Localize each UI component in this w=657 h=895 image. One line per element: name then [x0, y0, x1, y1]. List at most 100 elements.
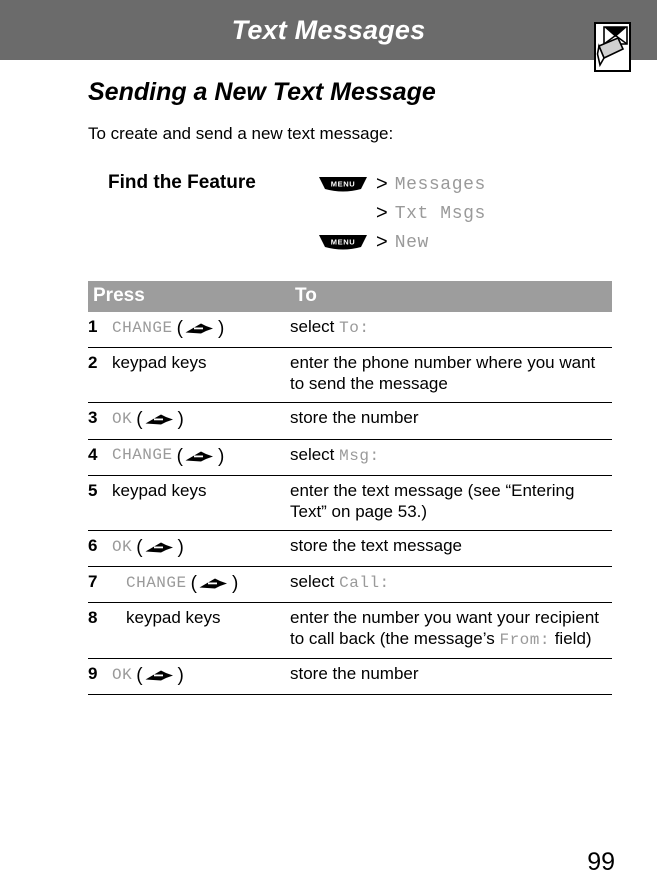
path-separator: > — [376, 231, 388, 253]
table-row: 5 keypad keys enter the text message (see … — [88, 474, 612, 531]
step-press-cell: keypad keys — [112, 602, 290, 659]
path-item: New — [394, 232, 429, 253]
feature-path-line: MENU > Messages — [318, 170, 618, 199]
find-the-feature-path: MENU > Messages > Txt Msgs MENU > New — [318, 170, 618, 257]
keypad-label: keypad keys — [126, 608, 221, 628]
press-content: keypad keys — [112, 481, 290, 502]
press-content: OK() — [112, 664, 290, 687]
step-press-cell: CHANGE() — [112, 566, 290, 603]
softkey-label: OK — [112, 665, 133, 684]
softkey-label: CHANGE — [126, 573, 187, 592]
softkey-label: OK — [112, 410, 133, 429]
step-description: enter the phone number where you want to… — [290, 353, 596, 394]
column-header-press: Press — [88, 281, 290, 312]
table-row: 8 keypad keys enter the number you want yo… — [88, 602, 612, 659]
step-number: 4 — [88, 438, 112, 476]
right-softkey-icon — [198, 577, 228, 590]
step-description: enter the text message (see “Entering Te… — [290, 480, 575, 521]
right-softkey-icon — [184, 450, 214, 463]
paren-open: ( — [136, 409, 143, 431]
step-press-cell: OK() — [112, 657, 290, 696]
path-separator: > — [376, 173, 388, 195]
paren-close: ) — [231, 573, 239, 595]
table-row: 7 CHANGE() select Call: — [88, 566, 612, 603]
page-title: Text Messages — [231, 14, 426, 45]
step-number: 9 — [88, 657, 112, 696]
step-press-cell: keypad keys — [112, 347, 290, 403]
step-description: store the number — [290, 664, 419, 683]
section-heading: Sending a New Text Message — [88, 78, 436, 106]
table-row: 1 CHANGE() select To: — [88, 312, 612, 348]
step-to-cell: store the number — [290, 657, 612, 696]
step-number: 1 — [88, 317, 98, 336]
feature-path-line: > Txt Msgs — [318, 199, 618, 228]
step-to-cell: select To: — [290, 312, 612, 348]
press-content: OK() — [112, 536, 290, 559]
envelope-with-note-icon — [594, 22, 631, 72]
table-row: 6 OK() store the text message — [88, 529, 612, 567]
step-to-cell: store the number — [290, 402, 612, 440]
step-press-cell: keypad keys — [112, 474, 290, 531]
step-description: select — [290, 572, 340, 592]
step-to-cell: enter the number you want your recipient… — [290, 602, 612, 659]
step-number: 6 — [88, 529, 112, 567]
softkey-label: CHANGE — [112, 318, 173, 337]
step-description: store the number — [290, 408, 419, 428]
table-row: 9 OK() store the number — [88, 657, 612, 696]
step-description-suffix: field) — [549, 629, 592, 649]
step-number: 3 — [88, 402, 112, 440]
intro-paragraph: To create and send a new text message: — [88, 124, 394, 143]
step-to-cell: enter the phone number where you want to… — [290, 347, 612, 403]
step-press-cell: CHANGE() — [112, 312, 290, 348]
step-press-cell: OK() — [112, 529, 290, 567]
paren-open: ( — [190, 573, 197, 595]
table-row: 3 OK() store the number — [88, 402, 612, 440]
page-number: 99 — [587, 848, 615, 876]
path-separator: > — [376, 202, 388, 224]
menu-key-slot: MENU — [318, 234, 376, 251]
display-field-name: To: — [339, 319, 370, 337]
right-softkey-icon — [144, 541, 174, 554]
softkey-label: CHANGE — [112, 446, 173, 465]
procedure-table: Press To 1 CHANGE() select To: 2 keypad keys… — [88, 281, 612, 696]
step-number: 7 — [88, 566, 112, 603]
svg-text:MENU: MENU — [331, 180, 355, 189]
paren-open: ( — [136, 536, 143, 558]
step-description: store the text message — [290, 535, 462, 555]
menu-key-icon: MENU — [318, 176, 368, 193]
find-the-feature-label: Find the Feature — [108, 172, 256, 193]
press-content: keypad keys — [112, 353, 290, 374]
column-header-to: To — [290, 281, 612, 312]
paren-close: ) — [217, 318, 225, 339]
display-field-name: From: — [499, 631, 550, 650]
step-to-cell: store the text message — [290, 529, 612, 567]
press-content: CHANGE() — [112, 445, 290, 468]
press-content: keypad keys — [112, 608, 290, 629]
softkey-label: OK — [112, 537, 133, 556]
menu-key-icon: MENU — [318, 234, 368, 251]
table-body: 1 CHANGE() select To: 2 keypad keys enter the… — [88, 312, 612, 696]
display-field-name: Msg: — [339, 446, 380, 465]
step-press-cell: OK() — [112, 402, 290, 440]
right-softkey-icon — [184, 322, 214, 335]
step-to-cell: select Msg: — [290, 438, 612, 476]
svg-text:MENU: MENU — [331, 238, 355, 247]
menu-key-slot: MENU — [318, 176, 376, 193]
step-description: select — [290, 317, 340, 336]
paren-open: ( — [136, 665, 143, 686]
step-number: 2 — [88, 347, 112, 403]
step-number: 8 — [88, 602, 112, 659]
press-content: CHANGE() — [112, 317, 290, 340]
step-to-cell: select Call: — [290, 566, 612, 603]
paren-close: ) — [177, 536, 184, 558]
paren-open: ( — [176, 318, 183, 339]
table-header-row: Press To — [88, 281, 612, 312]
right-softkey-icon — [144, 669, 174, 682]
paren-close: ) — [177, 665, 184, 686]
path-item: Txt Msgs — [394, 203, 486, 224]
paren-open: ( — [176, 445, 183, 467]
table-row: 4 CHANGE() select Msg: — [88, 438, 612, 476]
right-softkey-icon — [144, 413, 174, 426]
paren-close: ) — [177, 409, 184, 431]
step-number: 5 — [88, 474, 112, 531]
